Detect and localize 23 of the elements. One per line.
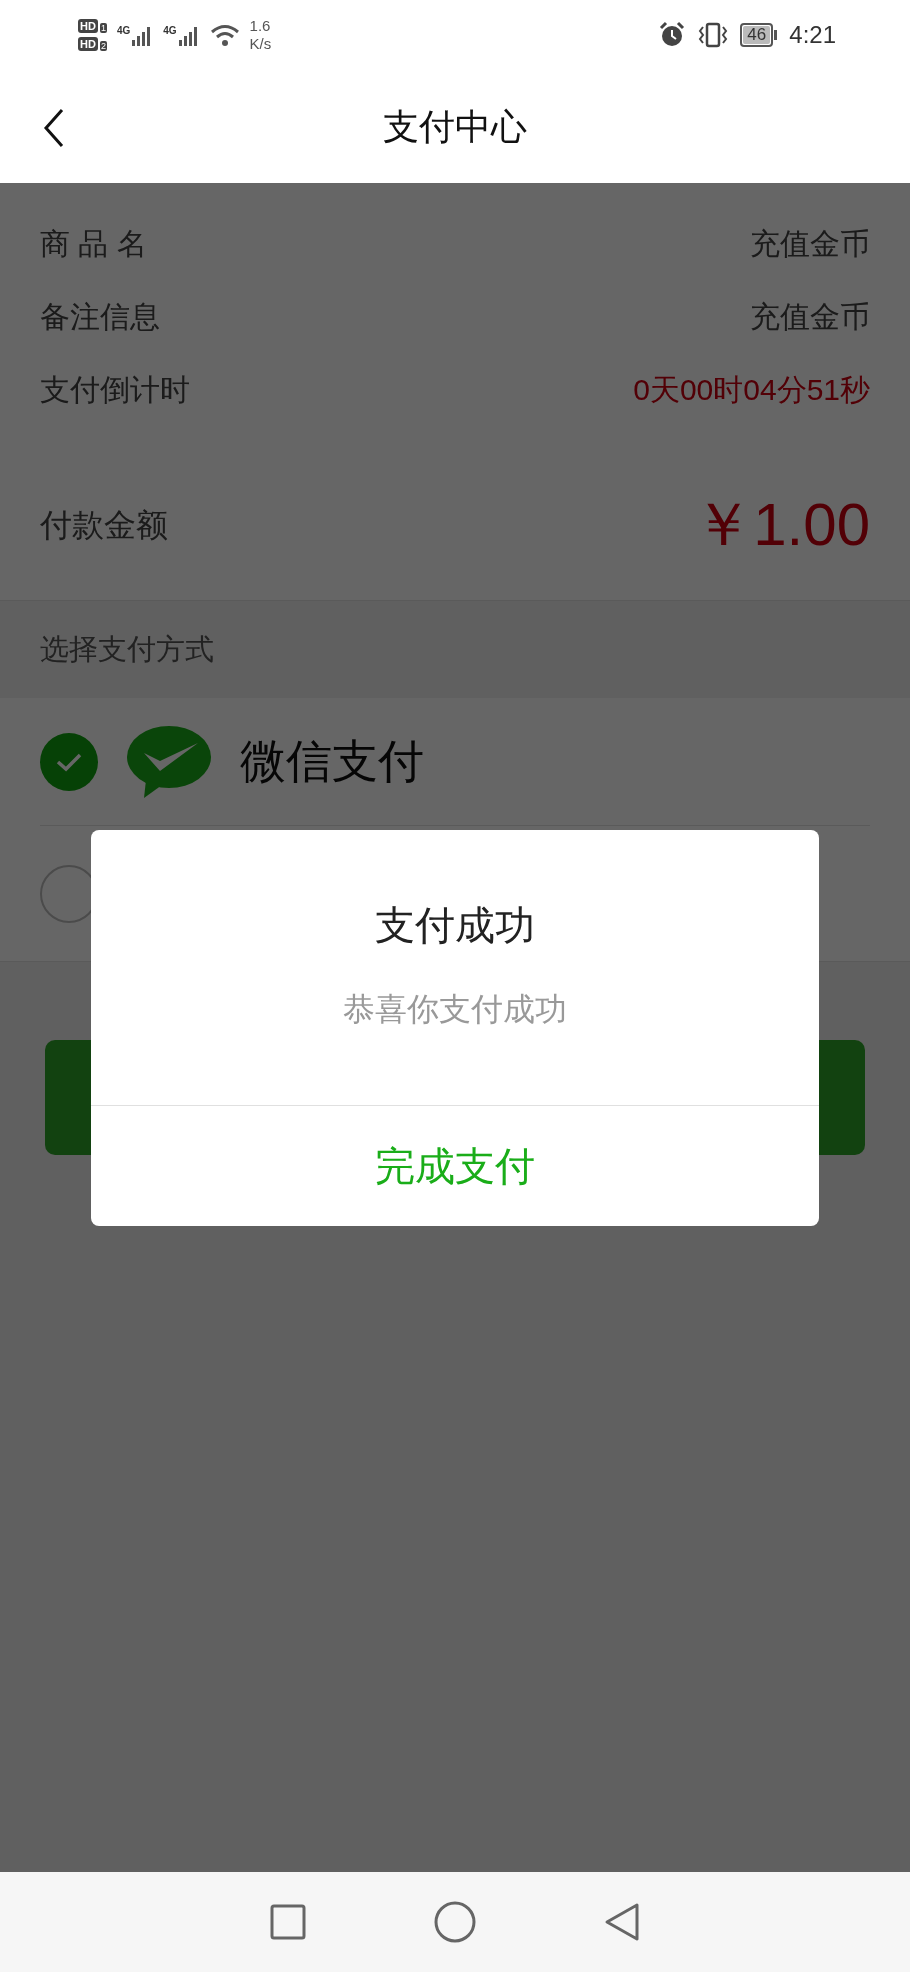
- sim-slot: 2: [99, 41, 107, 51]
- section-title: 选择支付方式: [40, 631, 214, 667]
- payment-method-label: 微信支付: [240, 734, 424, 789]
- order-value: 充值金币: [750, 226, 870, 262]
- page-title: 支付中心: [383, 104, 527, 149]
- dialog-title: 支付成功: [375, 902, 535, 949]
- order-label: 商 品 名: [40, 226, 147, 262]
- network-type: 4G: [163, 25, 177, 37]
- order-label: 支付倒计时: [40, 372, 190, 408]
- order-label: 备注信息: [40, 299, 160, 335]
- order-value: 充值金币: [750, 299, 870, 335]
- sim-badge: HD: [78, 19, 98, 33]
- network-type: 4G: [116, 25, 131, 37]
- amount-value: ￥1.00: [693, 490, 870, 560]
- dialog-message: 恭喜你支付成功: [343, 990, 567, 1029]
- sim-badge: HD: [78, 37, 98, 51]
- clock-time: 4:21: [789, 20, 836, 50]
- countdown-value: 0天00时04分51秒: [633, 372, 870, 408]
- network-speed: K/s: [249, 35, 272, 53]
- battery-level: 46: [743, 26, 771, 44]
- network-speed: 1.6: [249, 17, 272, 35]
- sim-slot: 1: [99, 23, 107, 33]
- amount-label: 付款金额: [40, 506, 168, 545]
